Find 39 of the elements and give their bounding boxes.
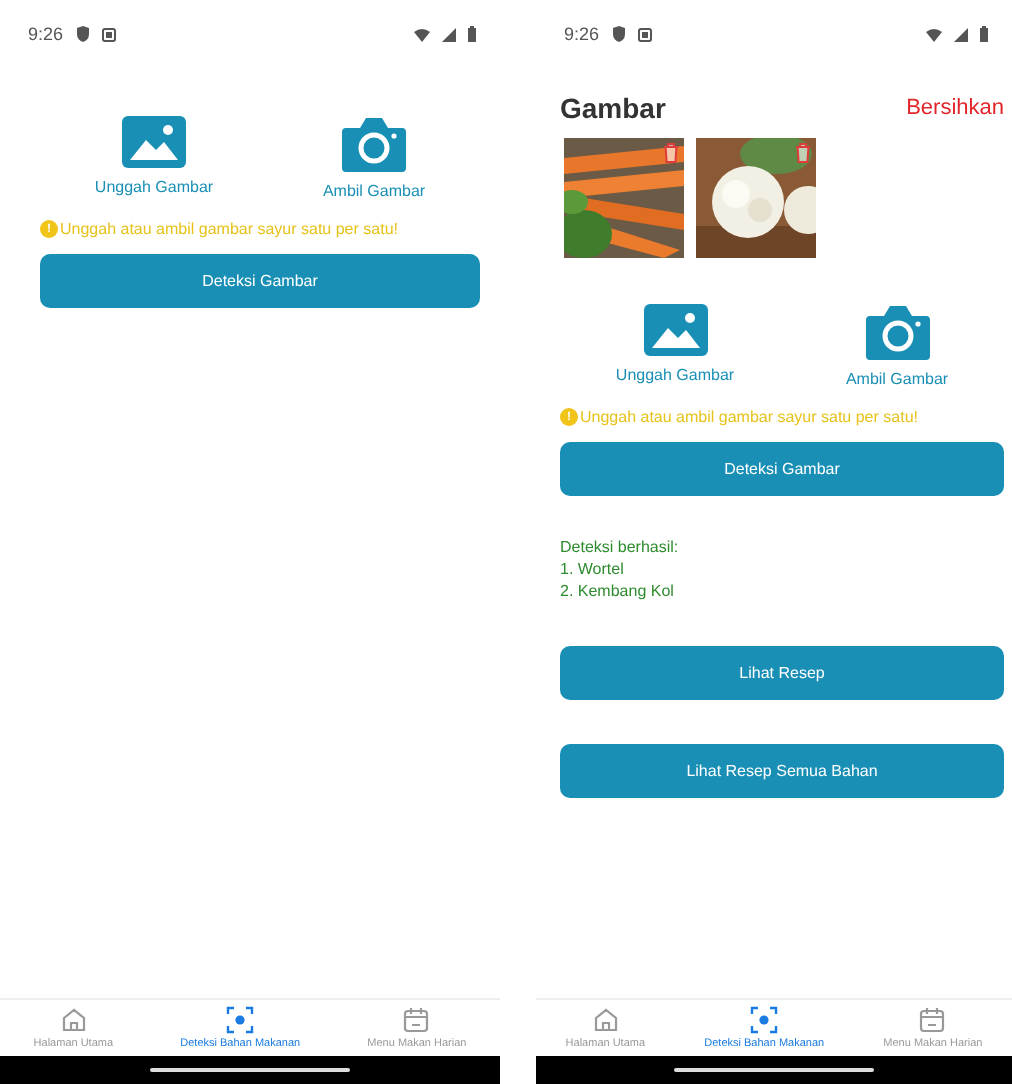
camera-button[interactable]: Ambil Gambar — [845, 302, 949, 388]
image-icon — [120, 114, 188, 170]
scan-icon — [226, 1006, 255, 1034]
result-item: 2. Kembang Kol — [560, 580, 676, 602]
battery-icon — [468, 26, 476, 42]
calendar-icon — [918, 1006, 947, 1034]
camera-icon — [340, 114, 408, 174]
battery-icon — [980, 26, 988, 42]
home-icon — [591, 1006, 620, 1034]
upload-button[interactable]: Unggah Gambar — [615, 302, 735, 388]
trash-icon[interactable] — [662, 142, 680, 164]
status-time: 9:26 — [28, 24, 64, 44]
upload-button[interactable]: Unggah Gambar — [94, 114, 214, 200]
calendar-icon — [402, 1006, 431, 1034]
section-title: Gambar — [560, 92, 666, 124]
shield-icon — [611, 26, 626, 42]
detect-button[interactable]: Deteksi Gambar — [560, 442, 1004, 496]
scan-icon — [750, 1006, 779, 1034]
notification-icon — [101, 27, 116, 41]
shield-icon — [75, 26, 90, 42]
result-title: Deteksi berhasil: — [560, 536, 681, 558]
camera-icon — [863, 302, 931, 362]
result-item: 1. Wortel — [560, 558, 626, 580]
trash-icon[interactable] — [794, 142, 812, 164]
image-icon — [641, 302, 709, 358]
signal-icon — [442, 27, 456, 41]
wifi-icon — [926, 27, 942, 41]
home-icon — [59, 1006, 88, 1034]
wifi-icon — [414, 27, 430, 41]
status-time: 9:26 — [564, 24, 600, 44]
clear-link[interactable]: Bersihkan — [906, 96, 1004, 120]
camera-button[interactable]: Ambil Gambar — [322, 114, 426, 200]
hint-text: Unggah atau ambil gambar sayur satu per satu! — [60, 220, 398, 238]
all-recipes-button[interactable]: Lihat Resep Semua Bahan — [560, 744, 1004, 798]
recipe-button[interactable]: Lihat Resep — [560, 646, 1004, 700]
signal-icon — [954, 27, 968, 41]
detect-button[interactable]: Deteksi Gambar — [40, 254, 480, 308]
notification-icon — [637, 27, 652, 41]
hint-text: Unggah atau ambil gambar sayur satu per satu! — [580, 408, 918, 426]
